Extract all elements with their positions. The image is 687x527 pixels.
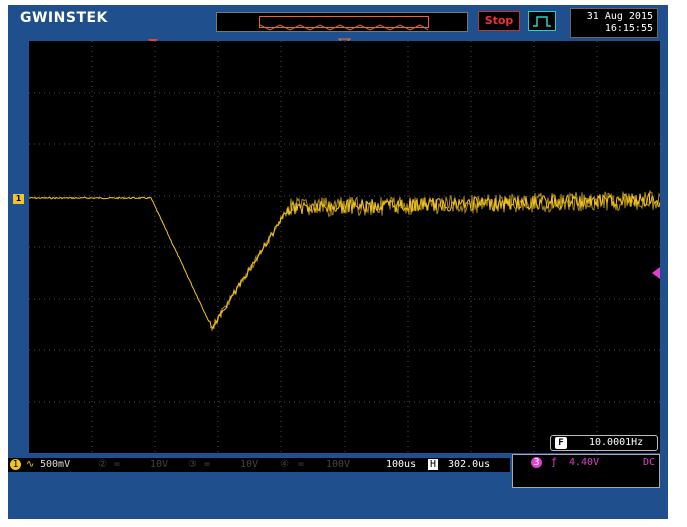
ch1-scale[interactable]: 500mV (40, 459, 70, 470)
ch2-icon[interactable]: ② (98, 459, 107, 470)
ch1-ground-marker[interactable]: 1 (13, 194, 24, 204)
channel-status-bar: 1 ∿ 500mV ② = 10V ③ = 10V ④ = 100V 100us… (8, 458, 510, 472)
ch4-scale[interactable]: 100V (326, 459, 350, 470)
ch1-icon[interactable]: 1 (10, 459, 21, 470)
ch1-trace (29, 191, 660, 329)
trigger-source-icon: 3 (531, 457, 542, 468)
ch3-trigger-level-icon (652, 267, 660, 279)
trigger-coupling: DC (643, 457, 656, 468)
frequency-value: 10.0001Hz (589, 437, 644, 448)
frequency-counter: F 10.0001Hz (550, 435, 658, 451)
ac-coupling-icon: ∿ (26, 459, 35, 470)
ch1-trace-noise (209, 189, 660, 332)
ch4-coupling-icon: = (298, 459, 305, 470)
timebase-value[interactable]: 100us (386, 459, 416, 470)
waveform-display[interactable] (29, 41, 660, 453)
ch3-icon[interactable]: ③ (188, 459, 197, 470)
ch3-coupling-icon: = (204, 459, 211, 470)
trigger-info[interactable]: 3 ƒ 4.40V DC (512, 454, 660, 488)
trigger-level: 4.40V (569, 457, 600, 468)
ch2-scale[interactable]: 10V (150, 459, 168, 470)
rising-edge-icon: ƒ (551, 457, 558, 468)
ch2-coupling-icon: = (114, 459, 121, 470)
horizontal-position-value[interactable]: 302.0us (448, 459, 490, 470)
frequency-icon: F (555, 437, 567, 449)
horizontal-position-icon: H (428, 459, 438, 470)
ch4-icon[interactable]: ④ (280, 459, 289, 470)
ch3-scale[interactable]: 10V (240, 459, 258, 470)
